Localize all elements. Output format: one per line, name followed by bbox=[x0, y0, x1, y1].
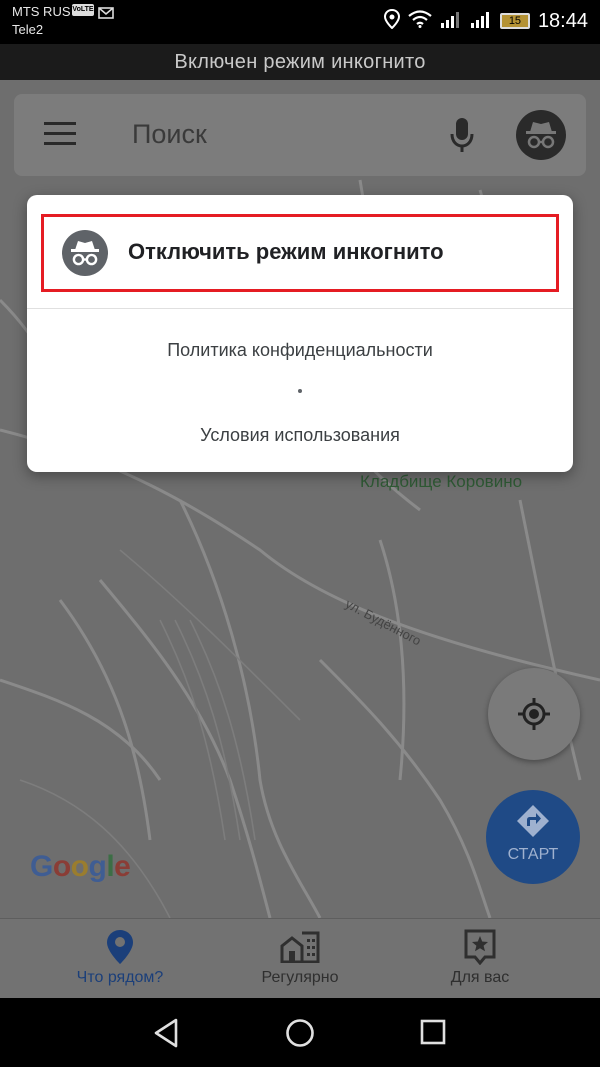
signal-icon bbox=[440, 10, 462, 33]
disable-incognito-button[interactable]: Отключить режим инкогнито bbox=[41, 214, 559, 292]
tab-nearby[interactable]: Что рядом? bbox=[40, 919, 200, 999]
start-navigation-button[interactable]: СТАРТ bbox=[486, 790, 580, 884]
system-navigation-bar bbox=[0, 998, 600, 1067]
directions-icon bbox=[516, 804, 550, 843]
location-status-icon bbox=[383, 8, 400, 34]
tab-for-you[interactable]: Для вас bbox=[400, 919, 560, 999]
privacy-policy-link[interactable]: Политика конфиденциальности bbox=[27, 340, 573, 361]
disable-incognito-label: Отключить режим инкогнито bbox=[128, 239, 444, 264]
hamburger-menu-icon[interactable] bbox=[44, 122, 76, 146]
bottom-navigation: Что рядом? Регулярно Для вас bbox=[0, 918, 600, 998]
poi-label-cemetery[interactable]: Кладбище Коровино bbox=[360, 472, 522, 492]
divider bbox=[27, 308, 573, 309]
message-icon bbox=[98, 6, 114, 24]
incognito-icon[interactable] bbox=[516, 110, 566, 160]
back-icon[interactable] bbox=[152, 1018, 180, 1053]
volte-badge: VoLTE bbox=[72, 4, 94, 16]
google-logo: Google bbox=[30, 850, 131, 883]
commute-buildings-icon bbox=[280, 929, 320, 968]
incognito-icon bbox=[62, 230, 108, 276]
tab-commute[interactable]: Регулярно bbox=[220, 919, 380, 999]
tab-label: Для вас bbox=[450, 969, 510, 986]
separator-dot bbox=[298, 389, 302, 393]
terms-of-use-link[interactable]: Условия использования bbox=[27, 425, 573, 446]
carrier-name-2: Tele2 bbox=[12, 22, 44, 37]
tab-label: Что рядом? bbox=[76, 969, 164, 986]
signal-icon-2 bbox=[470, 10, 492, 33]
recents-icon[interactable] bbox=[420, 1019, 448, 1052]
status-icons: 15 18:44 bbox=[383, 8, 588, 34]
my-location-icon bbox=[516, 696, 552, 737]
my-location-button[interactable] bbox=[488, 668, 580, 760]
search-input[interactable] bbox=[132, 114, 412, 154]
incognito-banner: Включен режим инкогнито bbox=[0, 44, 600, 80]
start-label: СТАРТ bbox=[507, 846, 559, 863]
home-icon[interactable] bbox=[285, 1018, 315, 1053]
tab-label: Регулярно bbox=[261, 969, 339, 986]
clock: 18:44 bbox=[537, 9, 588, 32]
carrier-name: MTS RUS bbox=[12, 4, 71, 19]
for-you-star-icon bbox=[464, 929, 496, 970]
incognito-menu-dialog: Отключить режим инкогнито Политика конфи… bbox=[27, 195, 573, 472]
microphone-icon[interactable] bbox=[448, 116, 476, 154]
battery-icon: 15 bbox=[499, 13, 530, 29]
status-bar: MTS RUS VoLTE Tele2 15 18:44 bbox=[0, 0, 600, 44]
wifi-icon bbox=[408, 9, 432, 33]
location-pin-icon bbox=[106, 929, 134, 970]
